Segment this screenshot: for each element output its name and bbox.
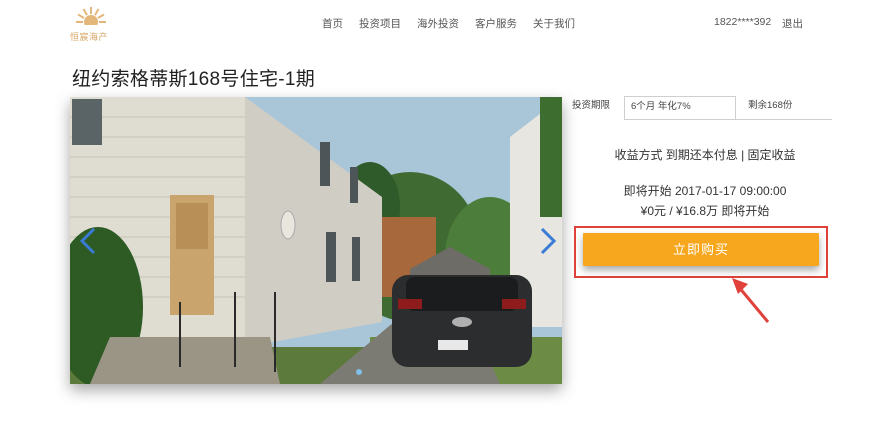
main-nav: 首页 投资项目 海外投资 客户服务 关于我们	[322, 16, 591, 31]
start-time: 即将开始 2017-01-17 09:00:00	[623, 184, 787, 198]
nav-item-projects[interactable]: 投资项目	[359, 16, 401, 31]
site-logo[interactable]: 恒宸海产	[68, 6, 114, 42]
buy-now-button[interactable]: 立即购买	[583, 233, 819, 266]
annotation-arrow-icon	[732, 278, 770, 323]
tab-term[interactable]: 投资期限	[572, 96, 610, 120]
investment-tabs: 投资期限 6个月 年化7% 剩余168份	[570, 96, 832, 122]
logout-link[interactable]: 退出	[782, 16, 803, 31]
investment-panel: 投资期限 6个月 年化7% 剩余168份 收益方式 到期还本付息 | 固定收益 …	[570, 96, 840, 386]
nav-item-home[interactable]: 首页	[322, 16, 343, 31]
carousel-prev-button[interactable]	[76, 225, 100, 257]
carousel-dot[interactable]	[356, 369, 362, 375]
logo-sun-icon	[74, 7, 108, 30]
user-phone: 1822****392	[714, 16, 772, 28]
chevron-right-icon	[540, 227, 557, 255]
nav-item-overseas[interactable]: 海外投资	[417, 16, 459, 31]
nav-item-about[interactable]: 关于我们	[533, 16, 575, 31]
logo-text: 恒宸海产	[70, 32, 109, 42]
page-title: 纽约索格蒂斯168号住宅-1期	[72, 69, 316, 90]
site-header: 恒宸海产 首页 投资项目 海外投资 客户服务 关于我们 1822****392 …	[0, 0, 891, 50]
carousel-next-button[interactable]	[536, 225, 560, 257]
nav-item-service[interactable]: 客户服务	[475, 16, 517, 31]
tab-remaining[interactable]: 剩余168份	[748, 96, 792, 120]
chevron-left-icon	[79, 227, 96, 255]
property-photo-carousel[interactable]	[70, 97, 562, 384]
tab-rate[interactable]: 6个月 年化7%	[624, 96, 736, 120]
return-method: 收益方式 到期还本付息 | 固定收益	[614, 148, 796, 162]
tab-underline	[624, 119, 832, 120]
amount-progress: ¥0元 / ¥16.8万 即将开始	[640, 204, 770, 218]
carousel-dots	[356, 369, 362, 375]
property-photo	[70, 97, 562, 384]
